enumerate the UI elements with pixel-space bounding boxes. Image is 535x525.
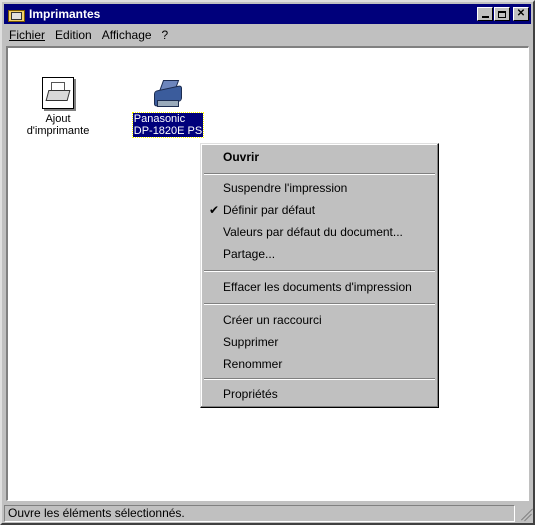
panasonic-printer-label: Panasonic DP-1820E PS [131,112,205,138]
menu-bar: Fichier Edition Affichage ? [4,25,531,44]
checkmark-icon: ✔ [209,203,220,217]
menu-fichier[interactable]: Fichier [4,28,50,42]
menu-item-delete[interactable]: Supprimer [223,333,278,351]
status-bar: Ouvre les éléments sélectionnés. [4,504,534,523]
maximize-button[interactable] [494,7,510,21]
close-button[interactable]: ✕ [513,7,529,21]
menu-separator [204,303,435,305]
menu-item-purge-documents[interactable]: Effacer les documents d'impression [223,278,412,296]
printer-icon [151,76,185,110]
title-bar[interactable]: Imprimantes ✕ [4,4,531,24]
menu-item-properties[interactable]: Propriétés [223,385,278,403]
menu-item-sharing[interactable]: Partage... [223,245,275,263]
status-text: Ouvre les éléments sélectionnés. [4,505,515,522]
minimize-icon [481,16,489,18]
menu-item-rename[interactable]: Renommer [223,355,282,373]
panasonic-printer-item[interactable]: Panasonic DP-1820E PS [128,76,208,138]
window-title: Imprimantes [29,7,101,21]
add-printer-label: Ajout d'imprimante [26,113,90,137]
minimize-button[interactable] [477,7,493,21]
resize-grip-icon[interactable] [517,507,534,521]
menu-edition[interactable]: Edition [50,28,97,42]
menu-item-document-defaults[interactable]: Valeurs par défaut du document... [223,223,403,241]
context-menu: Ouvrir Suspendre l'impression ✔ Définir … [200,143,439,408]
menu-separator [204,270,435,272]
add-printer-icon [41,76,75,110]
menu-item-set-default[interactable]: Définir par défaut [223,201,315,219]
menu-item-create-shortcut[interactable]: Créer un raccourci [223,311,322,329]
menu-help[interactable]: ? [157,28,174,42]
add-printer-item[interactable]: Ajout d'imprimante [18,76,98,137]
menu-item-open[interactable]: Ouvrir [223,148,259,166]
menu-item-pause-printing[interactable]: Suspendre l'impression [223,179,347,197]
maximize-icon [498,10,506,18]
close-icon: ✕ [516,8,526,19]
menu-separator [204,173,435,175]
menu-affichage[interactable]: Affichage [97,28,157,42]
printers-folder-icon [8,7,25,22]
menu-separator [204,378,435,380]
